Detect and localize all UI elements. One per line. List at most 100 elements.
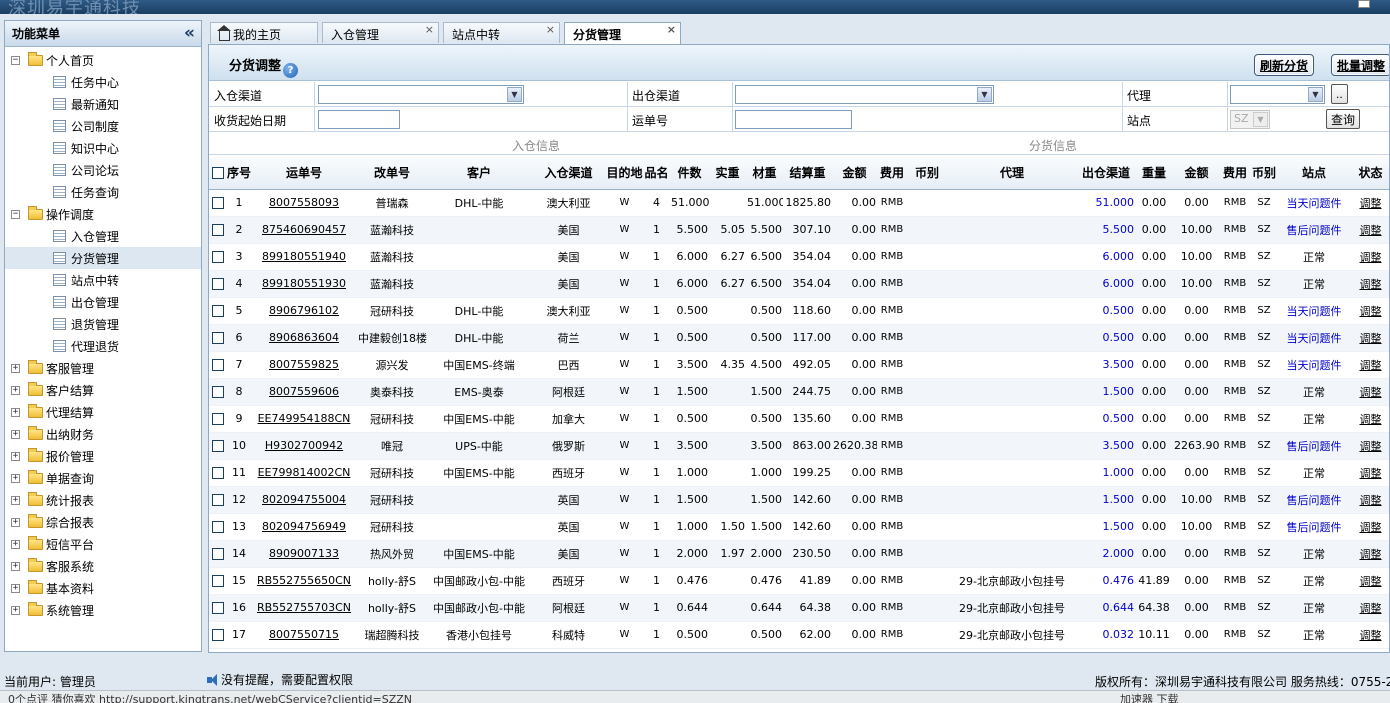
expand-icon[interactable]: + xyxy=(11,605,20,615)
row-checkbox[interactable] xyxy=(212,521,224,533)
menu-group[interactable]: + 系统管理 xyxy=(5,599,201,621)
column-header[interactable]: 金额 xyxy=(832,157,877,190)
row-checkbox[interactable] xyxy=(212,197,224,209)
menu-group[interactable]: + 统计报表 xyxy=(5,489,201,511)
tab-3[interactable]: 站点中转 × xyxy=(443,22,560,43)
waybill-input[interactable] xyxy=(735,110,852,129)
column-header[interactable]: 币别 xyxy=(1250,157,1278,190)
adjust-link[interactable]: 调整 xyxy=(1350,459,1389,487)
adjust-link[interactable]: 调整 xyxy=(1350,270,1389,298)
waybill-link[interactable]: 802094755004 xyxy=(251,486,357,514)
column-header[interactable]: 费用 xyxy=(877,157,907,190)
expand-icon[interactable]: + xyxy=(11,363,20,373)
column-header[interactable]: 改单号 xyxy=(357,157,427,190)
adjust-link[interactable]: 调整 xyxy=(1350,594,1389,622)
collapse-icon[interactable]: − xyxy=(11,209,20,219)
row-checkbox[interactable] xyxy=(212,602,224,614)
adjust-link[interactable]: 调整 xyxy=(1350,621,1389,649)
menu-group[interactable]: + 基本资料 xyxy=(5,577,201,599)
inbound-channel-select[interactable]: ▼ xyxy=(318,85,524,104)
menu-item[interactable]: 公司论坛 xyxy=(5,159,201,181)
column-header[interactable]: 客户 xyxy=(427,157,531,190)
row-checkbox[interactable] xyxy=(212,494,224,506)
refresh-sorting-button[interactable]: 刷新分货 xyxy=(1254,54,1315,76)
adjust-link[interactable]: 调整 xyxy=(1350,567,1389,595)
agent-picker-button[interactable]: .. xyxy=(1331,84,1348,104)
waybill-link[interactable]: 8906863604 xyxy=(251,324,357,352)
column-header[interactable]: 币别 xyxy=(907,157,947,190)
menu-item[interactable]: 退货管理 xyxy=(5,313,201,335)
waybill-link[interactable]: 8007559606 xyxy=(251,378,357,406)
menu-group[interactable]: + 短信平台 xyxy=(5,533,201,555)
column-header[interactable]: 目的地 xyxy=(606,157,643,190)
menu-item[interactable]: 任务查询 xyxy=(5,181,201,203)
row-checkbox[interactable] xyxy=(212,359,224,371)
row-checkbox[interactable] xyxy=(212,386,224,398)
expand-icon[interactable]: + xyxy=(11,473,20,483)
menu-group[interactable]: + 客服系统 xyxy=(5,555,201,577)
help-icon[interactable]: ? xyxy=(283,63,299,78)
query-button[interactable]: 查询 xyxy=(1326,109,1361,129)
menu-group[interactable]: − 操作调度 xyxy=(5,203,201,225)
close-icon[interactable]: × xyxy=(667,23,676,36)
waybill-link[interactable]: EE799814002CN xyxy=(251,459,357,487)
adjust-link[interactable]: 调整 xyxy=(1350,540,1389,568)
outbound-channel-select[interactable]: ▼ xyxy=(735,85,994,104)
expand-icon[interactable]: + xyxy=(11,407,20,417)
waybill-link[interactable]: RB552755703CN xyxy=(251,594,357,622)
menu-group[interactable]: + 出纳财务 xyxy=(5,423,201,445)
row-checkbox[interactable] xyxy=(212,467,224,479)
column-header[interactable]: 费用 xyxy=(1220,157,1250,190)
adjust-link[interactable]: 调整 xyxy=(1350,405,1389,433)
expand-icon[interactable]: + xyxy=(11,385,20,395)
waybill-link[interactable]: 899180551940 xyxy=(251,243,357,271)
column-header[interactable]: 重量 xyxy=(1135,157,1173,190)
column-header[interactable]: 结算重 xyxy=(783,157,832,190)
adjust-link[interactable]: 调整 xyxy=(1350,216,1389,244)
row-checkbox[interactable] xyxy=(212,224,224,236)
tab-2[interactable]: 入仓管理 × xyxy=(322,22,439,43)
collapse-sidebar-icon[interactable]: « xyxy=(184,25,195,42)
tab-4[interactable]: 分货管理 × xyxy=(564,22,681,45)
row-checkbox[interactable] xyxy=(212,413,224,425)
adjust-link[interactable]: 调整 xyxy=(1350,243,1389,271)
waybill-link[interactable]: 875460690457 xyxy=(251,216,357,244)
tab-1[interactable]: 我的主页 xyxy=(210,22,318,43)
menu-group[interactable]: + 单据查询 xyxy=(5,467,201,489)
menu-item[interactable]: 站点中转 xyxy=(5,269,201,291)
column-header[interactable]: 状态 xyxy=(1350,157,1389,190)
row-checkbox[interactable] xyxy=(212,629,224,641)
menu-item[interactable]: 代理退货 xyxy=(5,335,201,357)
menu-group[interactable]: + 综合报表 xyxy=(5,511,201,533)
row-checkbox[interactable] xyxy=(212,440,224,452)
waybill-link[interactable]: H9302700942 xyxy=(251,432,357,460)
adjust-link[interactable]: 调整 xyxy=(1350,486,1389,514)
menu-group[interactable]: + 客服管理 xyxy=(5,357,201,379)
expand-icon[interactable]: + xyxy=(11,517,20,527)
column-header[interactable]: 入仓渠道 xyxy=(531,157,606,190)
batch-adjust-button[interactable]: 批量调整 xyxy=(1331,54,1389,76)
row-checkbox[interactable] xyxy=(212,251,224,263)
select-all-checkbox[interactable] xyxy=(212,167,224,180)
expand-icon[interactable]: + xyxy=(11,539,20,549)
menu-group[interactable]: + 代理结算 xyxy=(5,401,201,423)
column-header[interactable]: 品名 xyxy=(643,157,670,190)
column-header[interactable]: 运单号 xyxy=(251,157,357,190)
waybill-link[interactable]: 802094756949 xyxy=(251,513,357,541)
menu-item[interactable]: 知识中心 xyxy=(5,137,201,159)
menu-item[interactable]: 入仓管理 xyxy=(5,225,201,247)
menu-item[interactable]: 分货管理 xyxy=(5,247,201,269)
row-checkbox[interactable] xyxy=(212,305,224,317)
row-checkbox[interactable] xyxy=(212,575,224,587)
column-header[interactable]: 代理 xyxy=(947,157,1077,190)
menu-item[interactable]: 公司制度 xyxy=(5,115,201,137)
adjust-link[interactable]: 调整 xyxy=(1350,324,1389,352)
menu-item[interactable]: 最新通知 xyxy=(5,93,201,115)
menu-group[interactable]: + 客户结算 xyxy=(5,379,201,401)
adjust-link[interactable]: 调整 xyxy=(1350,432,1389,460)
expand-icon[interactable]: + xyxy=(11,583,20,593)
waybill-link[interactable]: 8007559825 xyxy=(251,351,357,379)
close-icon[interactable]: × xyxy=(546,23,555,36)
waybill-link[interactable]: 8007550715 xyxy=(251,621,357,649)
menu-item[interactable]: 出仓管理 xyxy=(5,291,201,313)
